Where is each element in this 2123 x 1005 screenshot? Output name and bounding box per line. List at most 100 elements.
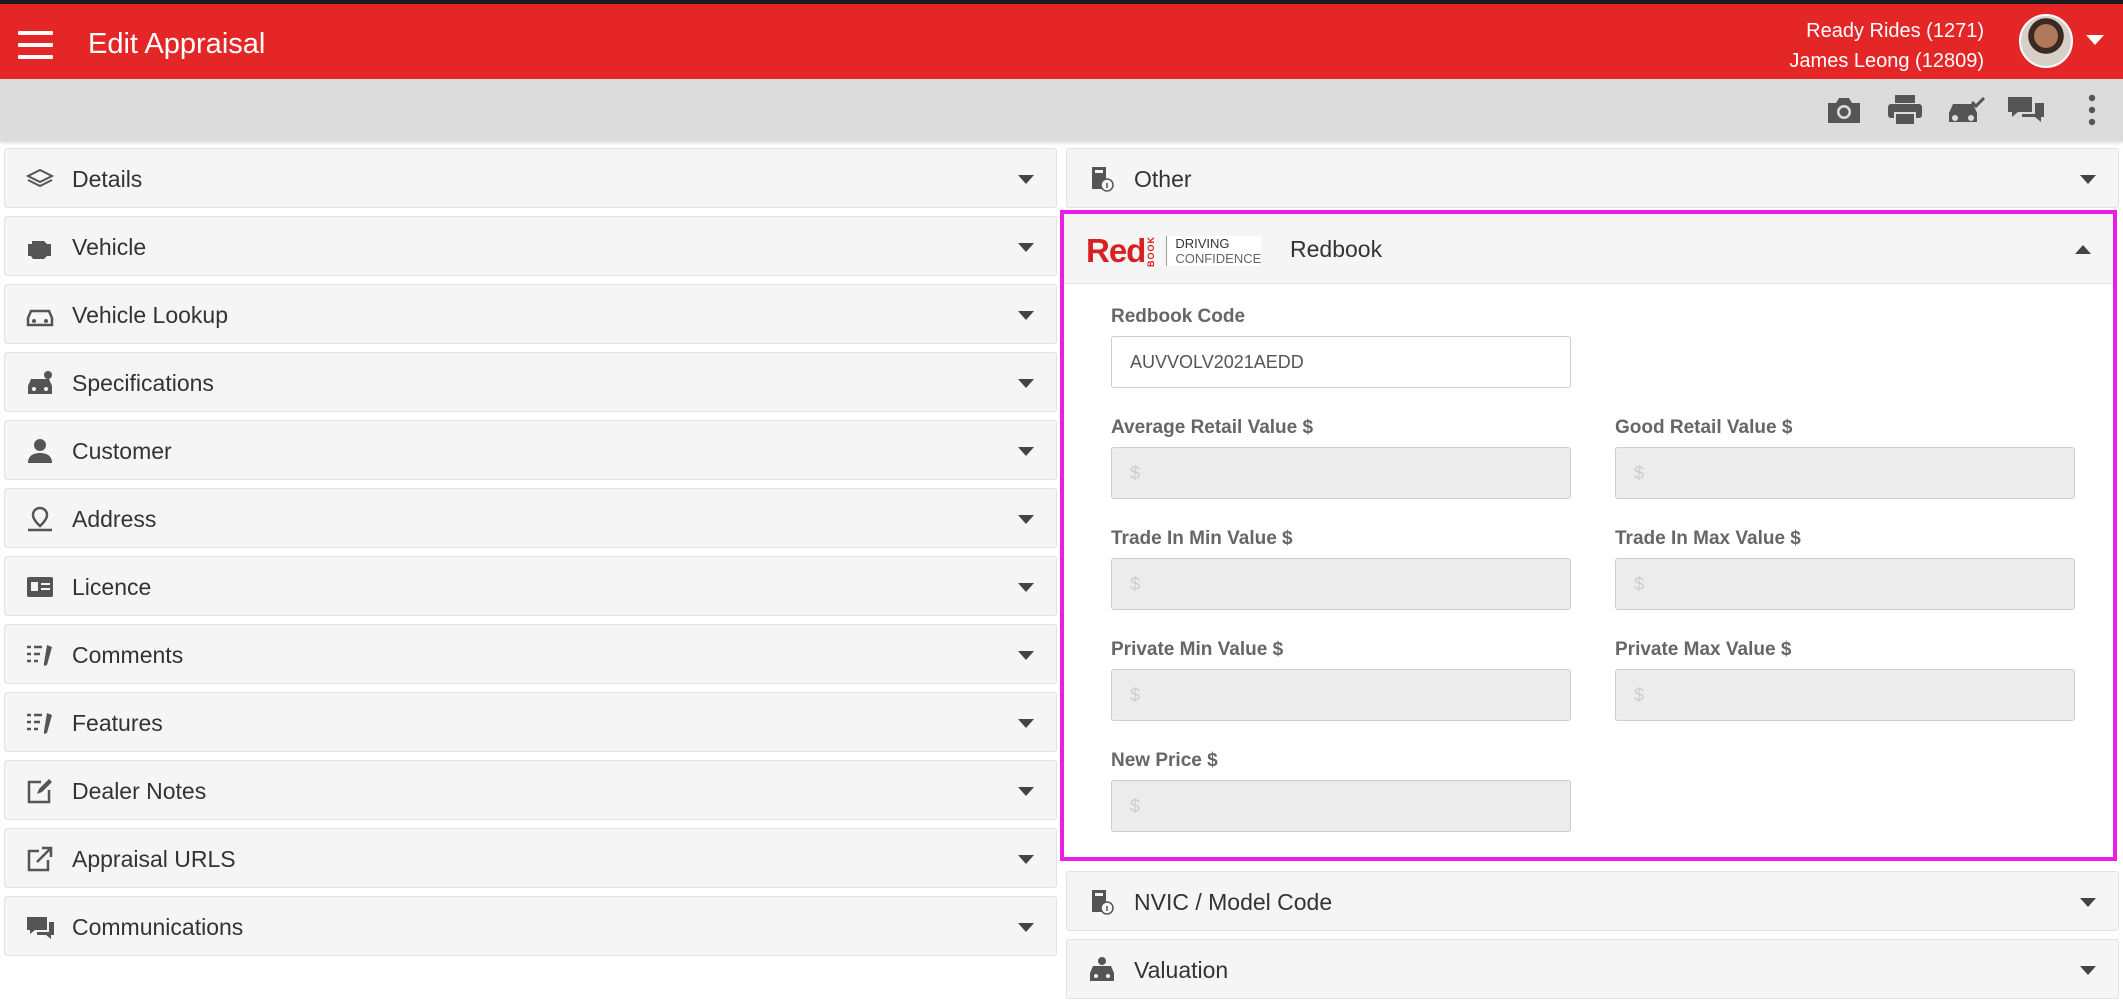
panel-specifications[interactable]: Specifications [4, 352, 1057, 412]
checklist-pen-icon [25, 642, 55, 668]
redbook-code-label: Redbook Code [1111, 306, 1246, 327]
panel-label: Redbook [1290, 236, 1383, 262]
dealer-name: Ready Rides (1271) [1806, 20, 1984, 42]
panel-nvic-model-code[interactable]: NVIC / Model Code [1066, 871, 2119, 931]
panel-communications[interactable]: Communications [4, 896, 1057, 956]
chevron-down-icon [1018, 583, 1034, 592]
chevron-down-icon[interactable] [2086, 35, 2104, 45]
panel-other[interactable]: Other [1066, 148, 2119, 208]
new-price-label: New Price $ [1111, 750, 1218, 771]
good-retail-label: Good Retail Value $ [1615, 417, 1793, 438]
redbook-logo: Red BOOK DRIVING CONFIDENCE [1086, 232, 1262, 269]
panel-label: Features [72, 710, 163, 736]
app-header: Edit Appraisal Ready Rides (1271) James … [0, 0, 2123, 79]
logo-text: Red [1086, 232, 1146, 269]
print-icon[interactable] [1885, 93, 1925, 127]
private-min-input[interactable]: $ [1111, 669, 1571, 721]
panel-details[interactable]: Details [4, 148, 1057, 208]
panel-label: Communications [72, 914, 244, 940]
redbook-panel: Red BOOK DRIVING CONFIDENCE Redbook Redb… [1060, 210, 2117, 861]
good-retail-input[interactable]: $ [1615, 447, 2075, 499]
avg-retail-input[interactable]: $ [1111, 447, 1571, 499]
panel-vehicle[interactable]: Vehicle [4, 216, 1057, 276]
panel-label: Address [72, 506, 157, 532]
panel-label: Details [72, 166, 143, 192]
panel-label: Licence [72, 574, 152, 600]
person-icon [25, 438, 55, 464]
panel-label: Dealer Notes [72, 778, 207, 804]
trade-max-input[interactable]: $ [1615, 558, 2075, 610]
panel-comments[interactable]: Comments [4, 624, 1057, 684]
panel-label: Vehicle Lookup [72, 302, 229, 328]
panel-label: Specifications [72, 370, 214, 396]
car-money-icon [1087, 957, 1117, 983]
checklist-pen-icon [25, 710, 55, 736]
tagline-line-1: DRIVING [1175, 236, 1230, 251]
panel-valuation[interactable]: Valuation [1066, 939, 2119, 999]
panel-label: Appraisal URLS [72, 846, 236, 872]
map-pin-icon [25, 506, 55, 532]
car-check-icon[interactable] [1946, 93, 1986, 127]
chevron-down-icon [1018, 719, 1034, 728]
panel-label: Valuation [1134, 957, 1229, 983]
panel-appraisal-urls[interactable]: Appraisal URLS [4, 828, 1057, 888]
redbook-code-input[interactable]: AUVVOLV2021AEDD [1111, 336, 1571, 388]
chevron-down-icon [1018, 855, 1034, 864]
chevron-down-icon [1018, 515, 1034, 524]
trade-min-label: Trade In Min Value $ [1111, 528, 1293, 549]
private-max-input[interactable]: $ [1615, 669, 2075, 721]
chevron-down-icon [1018, 651, 1034, 660]
info-doc-icon [1087, 889, 1117, 915]
chevron-down-icon [1018, 787, 1034, 796]
redbook-header[interactable]: Red BOOK DRIVING CONFIDENCE Redbook [1064, 214, 2113, 284]
car-gear-icon [25, 370, 55, 396]
chat-icon [25, 914, 55, 940]
page-title: Edit Appraisal [88, 28, 266, 60]
menu-icon[interactable] [18, 31, 53, 59]
action-toolbar [0, 79, 2123, 141]
chevron-up-icon [2075, 245, 2091, 254]
chevron-down-icon [1018, 447, 1034, 456]
tagline-line-2: CONFIDENCE [1175, 251, 1262, 266]
user-info[interactable]: Ready Rides (1271) James Leong (12809) [1789, 16, 1984, 76]
trade-max-label: Trade In Max Value $ [1615, 528, 1801, 549]
chevron-down-icon [1018, 175, 1034, 184]
chat-icon[interactable] [2006, 93, 2046, 127]
engine-icon [25, 234, 55, 260]
car-search-icon [25, 302, 55, 328]
chevron-down-icon [2080, 175, 2096, 184]
layers-icon [25, 166, 55, 192]
edit-note-icon [25, 778, 55, 804]
camera-icon[interactable] [1824, 93, 1864, 127]
chevron-down-icon [2080, 898, 2096, 907]
panel-features[interactable]: Features [4, 692, 1057, 752]
panel-licence[interactable]: Licence [4, 556, 1057, 616]
user-name: James Leong (12809) [1789, 50, 1984, 72]
avg-retail-label: Average Retail Value $ [1111, 417, 1314, 438]
new-price-input[interactable]: $ [1111, 780, 1571, 832]
id-card-icon [25, 574, 55, 600]
chevron-down-icon [1018, 311, 1034, 320]
panel-label: Comments [72, 642, 184, 668]
chevron-down-icon [2080, 966, 2096, 975]
private-max-label: Private Max Value $ [1615, 639, 1792, 660]
panel-label: NVIC / Model Code [1134, 889, 1333, 915]
panel-label: Vehicle [72, 234, 147, 260]
more-vert-icon[interactable] [2078, 93, 2106, 127]
logo-sub: BOOK [1146, 235, 1157, 267]
avatar[interactable] [2019, 14, 2073, 68]
chevron-down-icon [1018, 379, 1034, 388]
trade-min-input[interactable]: $ [1111, 558, 1571, 610]
chevron-down-icon [1018, 243, 1034, 252]
panel-label: Customer [72, 438, 172, 464]
panel-label: Other [1134, 166, 1192, 192]
chevron-down-icon [1018, 923, 1034, 932]
logo-tagline: DRIVING CONFIDENCE [1166, 236, 1262, 266]
panel-address[interactable]: Address [4, 488, 1057, 548]
private-min-label: Private Min Value $ [1111, 639, 1284, 660]
external-link-icon [25, 846, 55, 872]
panel-vehicle-lookup[interactable]: Vehicle Lookup [4, 284, 1057, 344]
panel-dealer-notes[interactable]: Dealer Notes [4, 760, 1057, 820]
panel-customer[interactable]: Customer [4, 420, 1057, 480]
info-doc-icon [1087, 166, 1117, 192]
